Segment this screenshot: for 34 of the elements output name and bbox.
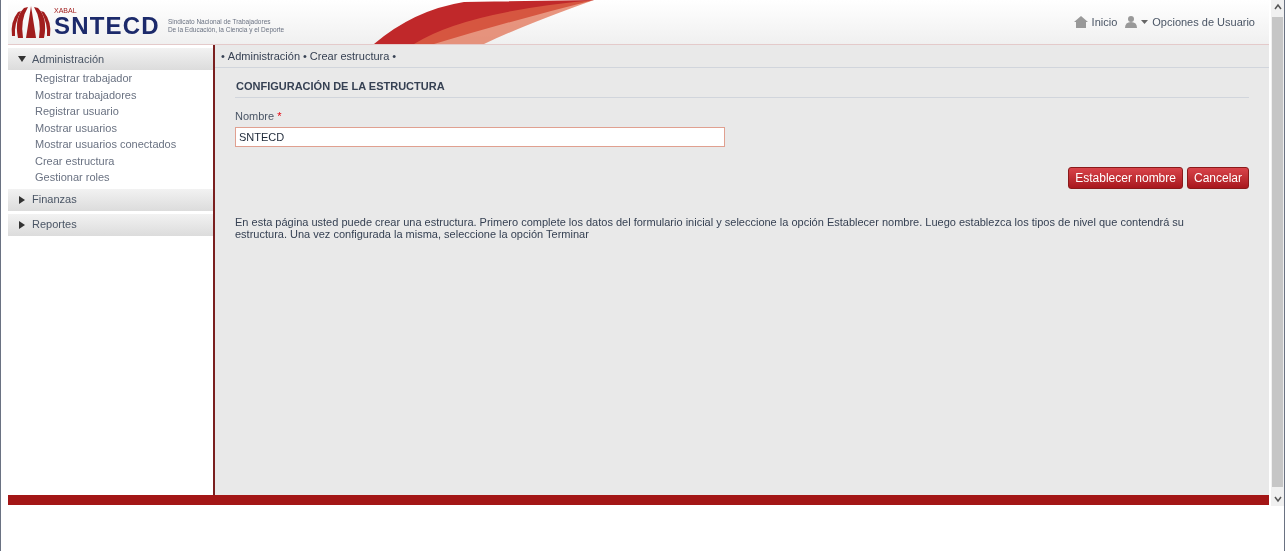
user-icon: [1125, 16, 1138, 28]
scrollbar-thumb[interactable]: [1272, 17, 1283, 487]
caret-right-icon: [18, 220, 26, 229]
help-text: En esta página usted puede crear una estructura. Primero complete los datos del formulario inicial y seleccione la opción Establecer nombre. Luego establezca los tipos de nivel que contendrá su estructura. Una vez configurada la misma, seleccione la opción Terminar: [235, 216, 1185, 240]
sidebar-item[interactable]: Registrar usuario: [35, 103, 213, 120]
sidebar-group[interactable]: Administración: [8, 48, 213, 70]
sidebar-group[interactable]: Reportes: [8, 213, 213, 236]
scroll-up-icon[interactable]: [1273, 3, 1282, 11]
breadcrumb-link[interactable]: Crear estructura: [309, 47, 390, 65]
sidebar-item[interactable]: Gestionar roles: [35, 169, 213, 186]
caret-down-icon: [18, 55, 26, 63]
caret-right-icon: [18, 195, 26, 204]
bullet: •: [392, 48, 397, 64]
sidebar-item[interactable]: Crear estructura: [35, 152, 213, 169]
sidebar-item[interactable]: Registrar trabajador: [35, 70, 213, 87]
sidebar-group[interactable]: Finanzas: [8, 188, 213, 211]
breadcrumb-link[interactable]: Administración: [227, 47, 300, 65]
sidebar-item[interactable]: Mostrar usuarios conectados: [35, 136, 213, 153]
user-options-link[interactable]: Opciones de Usuario: [1152, 13, 1255, 31]
form-button[interactable]: Cancelar: [1186, 167, 1249, 189]
home-icon: [1073, 16, 1088, 28]
bullet: •: [303, 48, 307, 64]
logo-text: SNTECD: [54, 13, 160, 38]
logo-icon: [10, 4, 52, 40]
field-label: Nombre *: [235, 108, 283, 124]
caret-icon: [1141, 19, 1149, 25]
home-link[interactable]: Inicio: [1091, 13, 1118, 31]
sidebar-item[interactable]: Mostrar usuarios: [35, 119, 213, 136]
bullet: •: [221, 48, 225, 64]
scroll-down-icon[interactable]: [1273, 495, 1282, 503]
form-title: CONFIGURACIÓN DE LA ESTRUCTURA: [235, 78, 1249, 98]
name-input-field[interactable]: SNTECD: [235, 127, 725, 147]
form-button[interactable]: Establecer nombre: [1068, 167, 1183, 189]
sidebar-item[interactable]: Mostrar trabajadores: [35, 86, 213, 103]
